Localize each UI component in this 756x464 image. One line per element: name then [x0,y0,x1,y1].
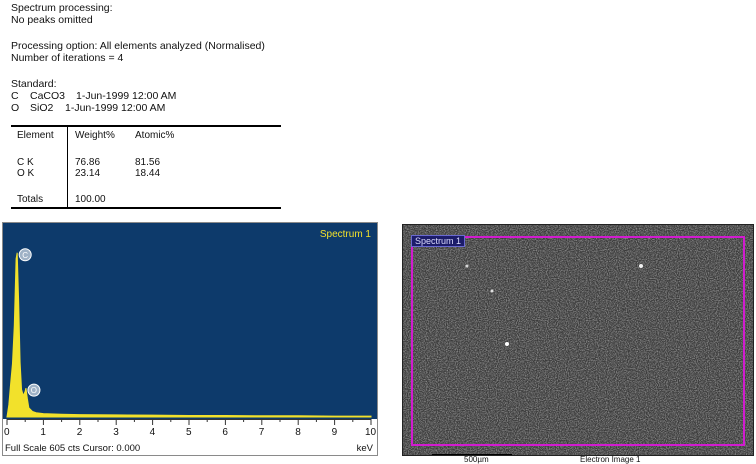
processing-heading: Spectrum processing: [11,2,113,14]
x-tick-label: 9 [331,427,338,438]
table-cell: 76.86 [75,157,101,168]
spectrum-title: Spectrum 1 [319,229,371,240]
svg-text:C: C [22,251,28,260]
peaks-note: No peaks omitted [11,14,93,26]
x-tick-label: 2 [76,427,83,438]
spectrum-footer: Full Scale 605 cts Cursor: 0.000 [5,443,141,454]
electron-image-caption: 500µm Electron Image 1 [402,454,754,464]
table-cell: O K [17,168,35,179]
spectrum-chart[interactable]: CO Spectrum 1 0 1 2 3 4 5 6 7 8 9 10 Full Scale 60… [2,222,378,456]
processing-option: Processing option: All elements analyzed… [11,40,265,52]
totals-weight: 100.00 [75,194,106,205]
svg-text:O: O [31,386,37,395]
electron-image[interactable]: Spectrum 1 [402,224,754,456]
electron-image-title: Electron Image 1 [580,455,641,464]
x-tick-label: 5 [186,427,192,438]
table-header: Atomic% [135,130,175,141]
x-tick-label: 8 [295,427,301,438]
x-tick-label: 10 [365,427,377,438]
table-cell: C K [17,157,34,168]
spectrum-unit-label: keV [356,443,373,454]
standard-heading: Standard: [11,78,57,90]
x-tick-label: 7 [258,427,265,438]
x-tick-label: 1 [40,427,46,438]
table-cell: 81.56 [135,157,161,168]
table-column-divider [67,125,68,207]
x-tick-label: 6 [222,427,228,438]
standard-compound: CaCO3 [30,90,66,102]
table-bottom-rule [11,207,281,209]
x-tick-label: 0 [4,427,10,438]
standard-compound: SiO2 [30,102,54,114]
spectrum-region-label: Spectrum 1 [411,235,466,247]
peak-marker-o[interactable]: O [27,383,41,397]
spectrum-region-box[interactable] [411,236,745,446]
spectrum-trace [6,252,372,418]
standard-date: 1-Jun-1999 12:00 AM [76,90,177,102]
peak-marker-c[interactable]: C [18,248,32,262]
standard-date: 1-Jun-1999 12:00 AM [65,102,166,114]
scale-bar-label: 500µm [464,455,489,464]
spectrum-plot-area[interactable]: CO Spectrum 1 [3,223,377,419]
spectrum-svg: CO [6,248,372,418]
standard-element: C [11,90,19,102]
table-cell: 18.44 [135,168,161,179]
standard-element: O [11,102,20,114]
totals-label: Totals [17,194,44,205]
table-top-rule [11,125,281,127]
table-header: Weight% [75,130,115,141]
table-cell: 23.14 [75,168,101,179]
table-header: Element [17,130,54,141]
iterations: Number of iterations = 4 [11,52,124,64]
x-tick-label: 4 [149,427,156,438]
x-tick-label: 3 [113,427,119,438]
